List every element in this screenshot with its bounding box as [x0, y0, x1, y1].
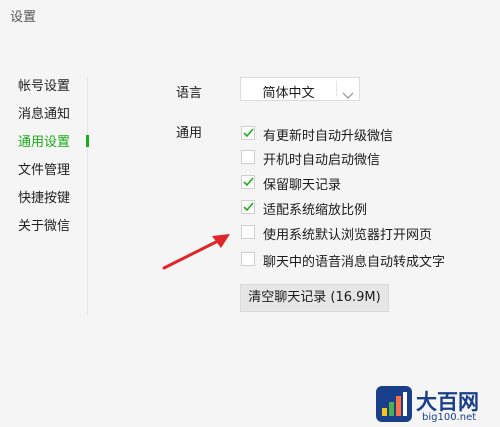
option-label: 有更新时自动升级微信 [263, 129, 394, 144]
sidebar-item-notifications[interactable]: 消息通知 [18, 103, 70, 122]
sidebar-item-files[interactable]: 文件管理 [18, 159, 70, 178]
sidebar-item-shortcuts[interactable]: 快捷按键 [18, 187, 70, 206]
option-label: 开机时自动启动微信 [263, 153, 381, 168]
checkbox-auto-update[interactable] [241, 126, 255, 140]
window-title: 设置 [10, 10, 37, 25]
sidebar-active-indicator [86, 135, 89, 147]
select-divider [336, 81, 337, 97]
option-label: 适配系统缩放比例 [263, 203, 368, 218]
language-label: 语言 [176, 86, 203, 101]
watermark: 大百网 big100.net [370, 384, 500, 427]
red-arrow-icon [160, 228, 235, 277]
language-value: 简体中文 [262, 86, 315, 101]
checkbox-auto-start[interactable] [241, 150, 255, 164]
option-label: 聊天中的语音消息自动转成文字 [263, 255, 446, 270]
sidebar-divider [87, 78, 88, 314]
option-label: 保留聊天记录 [263, 178, 342, 193]
checkbox-keep-history[interactable] [241, 175, 255, 189]
chevron-down-icon [342, 85, 354, 104]
sidebar-item-about[interactable]: 关于微信 [18, 215, 70, 234]
sidebar-item-account[interactable]: 帐号设置 [18, 75, 70, 94]
sidebar-item-general[interactable]: 通用设置 [18, 131, 70, 150]
checkbox-voice-to-text[interactable] [241, 252, 255, 266]
option-label: 使用系统默认浏览器打开网页 [263, 228, 433, 243]
watermark-logo-icon [376, 386, 412, 422]
checkbox-system-scaling[interactable] [241, 200, 255, 214]
checkbox-default-browser[interactable] [241, 225, 255, 239]
general-label: 通用 [176, 126, 203, 141]
clear-chat-history-button[interactable]: 清空聊天记录 (16.9M) [240, 284, 389, 312]
language-select[interactable]: 简体中文 [240, 77, 360, 101]
watermark-url: big100.net [422, 412, 477, 423]
